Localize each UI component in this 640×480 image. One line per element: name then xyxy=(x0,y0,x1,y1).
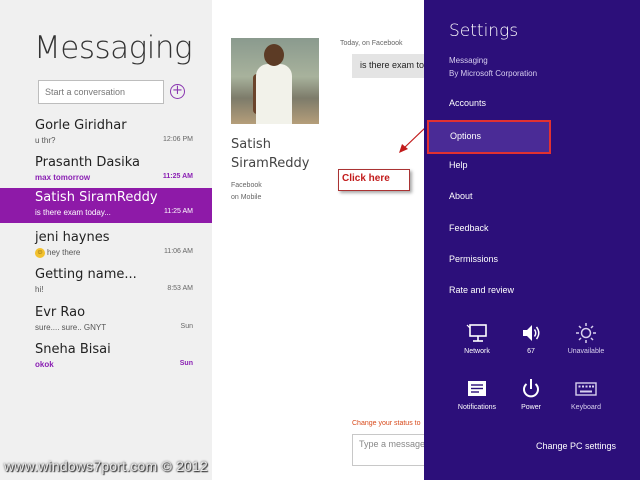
settings-item-rate-and-review[interactable]: Rate and review xyxy=(449,285,514,295)
volume-label: 67 xyxy=(527,348,535,355)
notifications-button[interactable]: Notifications xyxy=(447,378,507,411)
notifications-label: Notifications xyxy=(457,404,497,411)
power-label: Power xyxy=(521,404,541,411)
network-button[interactable]: Network xyxy=(447,322,507,355)
conversation-preview: hey there xyxy=(47,248,81,258)
conversation-item[interactable]: jeni haynes ☺ hey there 11:06 AM xyxy=(0,228,212,262)
volume-button[interactable]: 67 xyxy=(501,322,561,355)
conversation-preview: hi! xyxy=(35,285,44,294)
conversation-list-pane: Messaging Start a conversation + Gorle G… xyxy=(0,0,212,480)
contact-source-device: on Mobile xyxy=(231,194,262,201)
conversation-time: 8:53 AM xyxy=(167,285,193,292)
conversation-name: Getting name... xyxy=(35,267,137,282)
contact-last-name: SiramReddy xyxy=(231,156,310,171)
photo-figure-head xyxy=(264,44,284,66)
settings-app-info: Messaging By Microsoft Corporation xyxy=(449,54,537,80)
brightness-button[interactable]: Unavailable xyxy=(556,322,616,355)
conversation-preview: is there exam today... xyxy=(35,208,111,217)
power-button[interactable]: Power xyxy=(501,378,561,411)
keyboard-label: Keyboard xyxy=(571,404,601,411)
power-icon xyxy=(523,379,539,398)
conversation-item[interactable]: Sneha Bisai okok Sun xyxy=(0,340,212,374)
search-input[interactable]: Start a conversation xyxy=(38,80,164,104)
settings-item-options[interactable]: Options xyxy=(450,131,481,141)
conversation-name: Evr Rao xyxy=(35,305,86,320)
message-date-label: Today, on Facebook xyxy=(340,40,403,47)
contact-source-network: Facebook xyxy=(231,182,262,189)
conversation-time: 11:25 AM xyxy=(163,208,193,215)
contact-photo xyxy=(231,38,319,124)
smiley-icon: ☺ xyxy=(35,248,45,258)
settings-publisher: By Microsoft Corporation xyxy=(449,69,538,78)
conversation-preview: sure.... sure.. GNYT xyxy=(35,323,107,332)
notifications-icon xyxy=(468,381,486,396)
settings-item-help[interactable]: Help xyxy=(449,160,468,170)
settings-item-accounts[interactable]: Accounts xyxy=(449,98,486,108)
settings-title: Settings xyxy=(449,21,519,41)
conversation-time: Sun xyxy=(179,360,193,367)
watermark: www.windows7port.com © 2012 xyxy=(4,458,209,474)
new-conversation-button[interactable]: + xyxy=(170,84,185,99)
change-pc-settings-link[interactable]: Change PC settings xyxy=(536,441,616,451)
photo-figure-body xyxy=(256,64,292,124)
conversation-time: 11:25 AM xyxy=(162,173,193,180)
keyboard-icon xyxy=(575,382,597,396)
change-status-link[interactable]: Change your status to xyxy=(352,420,424,427)
conversation-name: Prasanth Dasika xyxy=(35,155,140,170)
contact-name: Satish SiramReddy xyxy=(231,135,309,173)
conversation-preview: max tomorrow xyxy=(35,173,91,182)
conversation-name: jeni haynes xyxy=(35,230,110,245)
settings-item-options-highlight[interactable]: Options xyxy=(427,120,551,154)
settings-item-about[interactable]: About xyxy=(449,191,473,201)
brightness-icon xyxy=(576,323,596,343)
settings-item-permissions[interactable]: Permissions xyxy=(449,254,498,264)
conversation-preview-row: ☺ hey there xyxy=(35,248,80,258)
conversation-preview: u thr? xyxy=(35,136,56,145)
contact-first-name: Satish xyxy=(231,137,271,152)
click-here-callout: Click here xyxy=(338,169,410,191)
message-bubble: is there exam today... xyxy=(352,54,424,78)
app-title: Messaging xyxy=(34,30,193,66)
conversation-time: Sun xyxy=(180,323,193,330)
conversation-name: Gorle Giridhar xyxy=(35,118,127,133)
network-label: Network xyxy=(464,348,490,355)
keyboard-button[interactable]: Keyboard xyxy=(556,378,616,411)
volume-icon xyxy=(523,325,540,341)
brightness-label: Unavailable xyxy=(567,348,605,355)
network-icon xyxy=(466,324,487,342)
conversation-name: Satish SiramReddy xyxy=(35,190,158,205)
conversation-item[interactable]: Evr Rao sure.... sure.. GNYT Sun xyxy=(0,303,212,337)
message-input[interactable]: Type a message xyxy=(352,434,428,466)
settings-charm: Settings Messaging By Microsoft Corporat… xyxy=(424,0,640,480)
settings-item-feedback[interactable]: Feedback xyxy=(449,223,489,233)
conversation-time: 11:06 AM xyxy=(163,248,193,255)
conversation-name: Sneha Bisai xyxy=(35,342,111,357)
conversation-item-selected[interactable]: Satish SiramReddy is there exam today...… xyxy=(0,188,212,223)
conversation-item[interactable]: Prasanth Dasika max tomorrow 11:25 AM xyxy=(0,153,212,187)
contact-source: Facebook on Mobile xyxy=(231,180,262,204)
conversation-preview: okok xyxy=(35,360,54,369)
conversation-item[interactable]: Getting name... hi! 8:53 AM xyxy=(0,265,212,299)
conversation-item[interactable]: Gorle Giridhar u thr? 12:06 PM xyxy=(0,116,212,150)
conversation-time: 12:06 PM xyxy=(163,136,193,143)
settings-app-name: Messaging xyxy=(449,56,488,65)
